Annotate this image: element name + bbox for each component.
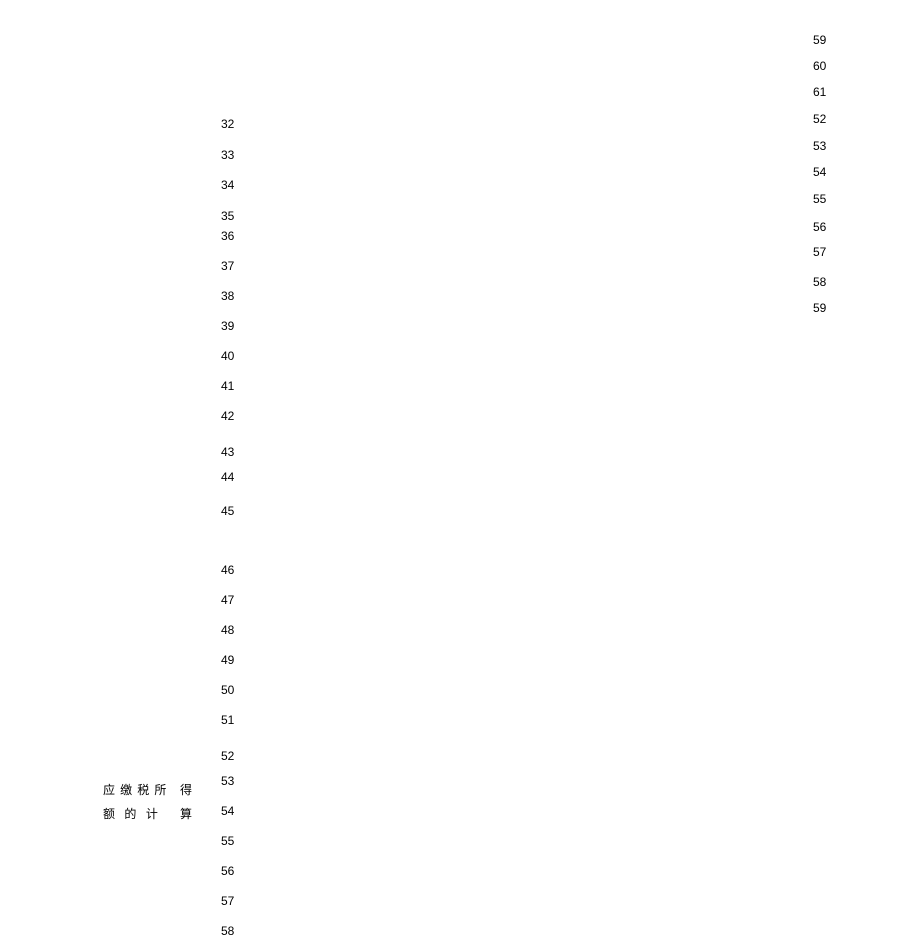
left-number-row-49: 49 — [221, 654, 234, 666]
left-number-row-36: 36 — [221, 230, 234, 242]
left-number-row-44: 44 — [221, 471, 234, 483]
right-number-row-60: 60 — [813, 60, 826, 72]
left-number-row-53: 53 — [221, 775, 234, 787]
right-number-row-57: 57 — [813, 246, 826, 258]
right-number-row-55: 55 — [813, 193, 826, 205]
right-number-row-59: 59 — [813, 302, 826, 314]
left-number-row-45: 45 — [221, 505, 234, 517]
left-number-row-38: 38 — [221, 290, 234, 302]
left-number-row-48: 48 — [221, 624, 234, 636]
right-number-row-56: 56 — [813, 221, 826, 233]
left-number-row-37: 37 — [221, 260, 234, 272]
section-label: 应缴税所 得 额的计 算 — [103, 778, 193, 826]
left-number-row-46: 46 — [221, 564, 234, 576]
left-number-row-51: 51 — [221, 714, 234, 726]
left-number-row-34: 34 — [221, 179, 234, 191]
section-label-line1: 应缴税所 得 — [103, 783, 193, 797]
right-number-row-53: 53 — [813, 140, 826, 152]
right-number-row-52: 52 — [813, 113, 826, 125]
left-number-row-50: 50 — [221, 684, 234, 696]
left-number-row-41: 41 — [221, 380, 234, 392]
section-label-line2: 额的计 算 — [103, 807, 193, 821]
left-number-row-55: 55 — [221, 835, 234, 847]
left-number-row-52: 52 — [221, 750, 234, 762]
left-number-row-57: 57 — [221, 895, 234, 907]
right-number-row-59: 59 — [813, 34, 826, 46]
left-number-row-42: 42 — [221, 410, 234, 422]
right-number-row-61: 61 — [813, 86, 826, 98]
left-number-row-47: 47 — [221, 594, 234, 606]
left-number-row-39: 39 — [221, 320, 234, 332]
left-number-row-32: 32 — [221, 118, 234, 130]
left-number-row-35: 35 — [221, 210, 234, 222]
left-number-row-58: 58 — [221, 925, 234, 937]
left-number-row-43: 43 — [221, 446, 234, 458]
left-number-row-56: 56 — [221, 865, 234, 877]
right-number-row-54: 54 — [813, 166, 826, 178]
left-number-row-54: 54 — [221, 805, 234, 817]
left-number-row-40: 40 — [221, 350, 234, 362]
right-number-row-58: 58 — [813, 276, 826, 288]
left-number-row-33: 33 — [221, 149, 234, 161]
